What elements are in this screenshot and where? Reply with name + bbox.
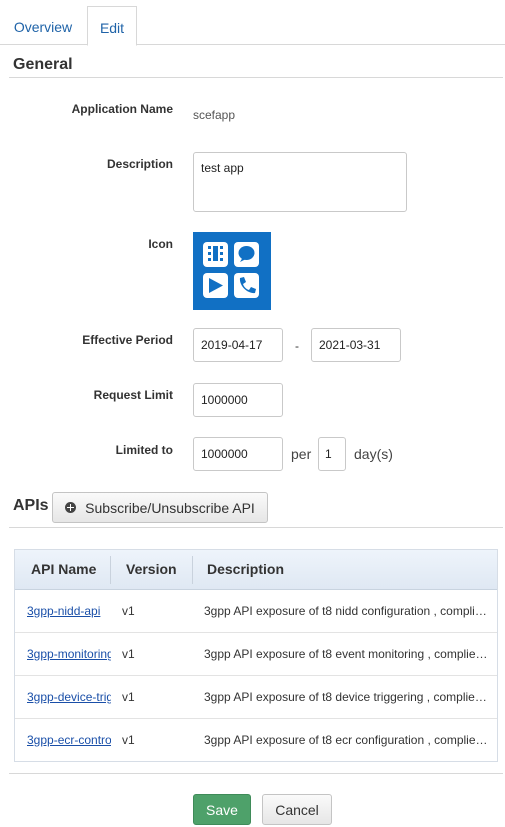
api-name-link[interactable]: 3gpp-device-triggering: [27, 676, 111, 718]
app-grid-icon-graphic: [203, 242, 259, 298]
api-name-link[interactable]: 3gpp-nidd-api: [27, 590, 111, 632]
app-grid-icon[interactable]: [193, 232, 271, 310]
request-limit-field[interactable]: 1000000: [193, 383, 283, 417]
api-description: 3gpp API exposure of t8 ecr configuratio…: [204, 733, 489, 747]
tab-edit[interactable]: Edit: [87, 6, 137, 46]
app-name-value: scefapp: [193, 108, 236, 122]
api-description: 3gpp API exposure of t8 device triggerin…: [204, 690, 489, 704]
period-separator: -: [295, 339, 299, 353]
table-row: 3gpp-ecr-control v1 3gpp API exposure of…: [15, 719, 497, 761]
table-row: 3gpp-device-triggering v1 3gpp API expos…: [15, 676, 497, 719]
divider: [9, 527, 503, 528]
apis-section-title: APIs: [13, 497, 49, 514]
column-description[interactable]: Description: [207, 550, 284, 589]
limited-to-label: Limited to: [115, 443, 173, 457]
api-description: 3gpp API exposure of t8 nidd configurati…: [204, 604, 489, 618]
api-table: API Name Version Description 3gpp-nidd-a…: [14, 549, 498, 762]
api-version: v1: [122, 647, 135, 661]
description-label: Description: [106, 157, 173, 171]
api-description: 3gpp API exposure of t8 event monitoring…: [204, 647, 489, 661]
column-api-name[interactable]: API Name: [31, 550, 96, 589]
column-separator: [497, 556, 498, 584]
unit-label: day(s): [354, 446, 393, 462]
icon-label: Icon: [148, 237, 173, 251]
app-name-label: Application Name: [71, 102, 173, 116]
general-section-title: General: [13, 56, 73, 73]
subscribe-api-button-label: Subscribe/Unsubscribe API: [85, 499, 255, 516]
per-field[interactable]: 1: [318, 437, 346, 471]
description-field[interactable]: test app: [193, 152, 407, 212]
plus-circle-icon: [65, 502, 77, 513]
table-row: 3gpp-monitoring-event v1 3gpp API exposu…: [15, 633, 497, 676]
table-row: 3gpp-nidd-api v1 3gpp API exposure of t8…: [15, 590, 497, 633]
period-start-field[interactable]: 2019-04-17: [193, 328, 283, 362]
per-label: per: [291, 446, 312, 462]
api-name-link[interactable]: 3gpp-monitoring-event: [27, 633, 111, 675]
tab-overview[interactable]: Overview: [0, 6, 86, 44]
column-separator: [110, 556, 111, 584]
tab-bar: Overview Edit: [0, 0, 505, 46]
subscribe-api-button[interactable]: Subscribe/Unsubscribe API: [52, 492, 268, 523]
save-button[interactable]: Save: [193, 794, 251, 825]
cancel-button[interactable]: Cancel: [262, 794, 332, 825]
column-version[interactable]: Version: [126, 550, 177, 589]
limited-to-field[interactable]: 1000000: [193, 437, 283, 471]
request-limit-label: Request Limit: [93, 388, 173, 402]
effective-period-label: Effective Period: [82, 333, 173, 347]
api-version: v1: [122, 733, 135, 747]
period-end-field[interactable]: 2021-03-31: [311, 328, 401, 362]
api-table-header: API Name Version Description: [15, 550, 498, 590]
divider: [9, 773, 503, 774]
divider: [9, 77, 503, 78]
api-version: v1: [122, 604, 135, 618]
api-version: v1: [122, 690, 135, 704]
api-name-link[interactable]: 3gpp-ecr-control: [27, 719, 111, 761]
column-separator: [192, 556, 193, 584]
